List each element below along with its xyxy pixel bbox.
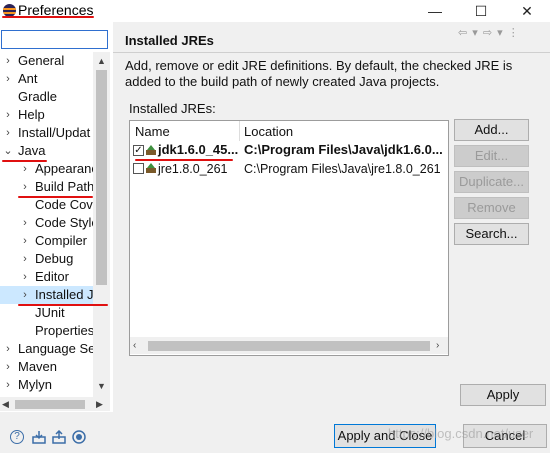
tree-item-label: Gradle [18, 89, 58, 104]
remove-button[interactable]: Remove [454, 197, 529, 219]
annotation-underline [18, 196, 93, 198]
chevron-right-icon[interactable]: › [20, 250, 30, 268]
divider [113, 52, 550, 53]
minimize-button[interactable]: — [412, 0, 458, 22]
tree-item[interactable]: › Compiler [0, 232, 93, 250]
tree-hscroll-thumb[interactable] [15, 400, 85, 409]
scroll-left-icon[interactable]: ‹ [133, 337, 136, 354]
tree-item[interactable]: › Install/Updat [0, 124, 93, 142]
chevron-right-icon[interactable]: › [20, 286, 30, 304]
page-title: Installed JREs [125, 33, 214, 48]
apply-button[interactable]: Apply [460, 384, 546, 406]
duplicate-button[interactable]: Duplicate... [454, 171, 529, 193]
scroll-up-icon[interactable]: ▲ [93, 53, 110, 69]
oomph-icon[interactable] [72, 430, 86, 444]
chevron-right-icon[interactable]: › [20, 178, 30, 196]
tree-item-label: Mylyn [18, 377, 52, 392]
tree-item-label: Language Se [18, 341, 93, 356]
jre-location[interactable]: C:\Program Files\Java\jdk1.6.0... [244, 141, 443, 159]
add-button[interactable]: Add... [454, 119, 529, 141]
tree-item[interactable]: › Ant [0, 70, 93, 88]
import-icon[interactable] [32, 430, 46, 444]
jre-checkbox[interactable]: ✓ [133, 145, 144, 156]
tree-item-label: Code Style [35, 215, 93, 230]
filter-input[interactable] [1, 30, 108, 49]
tree-item-label: Debug [35, 251, 74, 266]
page-description: Add, remove or edit JRE definitions. By … [125, 58, 513, 89]
navigation-arrows-icon[interactable]: ⇦ ▾ ⇨ ▾ ⋮ [458, 26, 520, 39]
tree-item-label: Installed J [35, 287, 93, 302]
tree-item[interactable]: › General [0, 52, 93, 70]
watermark: https://blog.csdn.net/user [388, 426, 534, 441]
tree-item[interactable]: › Build Path [0, 178, 93, 196]
annotation-underline [2, 16, 94, 18]
jre-icon [146, 145, 156, 155]
tree-item[interactable]: Code Cove [0, 196, 93, 214]
chevron-right-icon[interactable]: › [3, 70, 13, 88]
tree-item[interactable]: › Appearanc [0, 160, 93, 178]
jre-name[interactable]: jre1.8.0_261 [158, 160, 228, 178]
chevron-right-icon[interactable]: › [20, 268, 30, 286]
close-button[interactable]: ✕ [504, 0, 550, 22]
tree-item-label: Maven [18, 359, 58, 374]
column-header-name[interactable]: Name [135, 124, 170, 139]
scroll-left-icon[interactable]: ◀ [2, 397, 14, 411]
tree-item[interactable]: JUnit [0, 304, 93, 322]
chevron-right-icon[interactable]: › [3, 124, 13, 142]
column-divider[interactable] [239, 121, 240, 141]
annotation-underline [2, 160, 47, 162]
chevron-right-icon[interactable]: › [3, 52, 13, 70]
tree-item-label: Code Cove [35, 197, 93, 212]
annotation-underline [18, 304, 108, 306]
jre-location[interactable]: C:\Program Files\Java\jre1.8.0_261 [244, 160, 441, 178]
chevron-down-icon[interactable]: ⌄ [3, 142, 13, 160]
tree-item[interactable]: ⌄ Java [0, 142, 93, 160]
tree-item[interactable]: › Language Se [0, 340, 93, 358]
tree-item-label: Help [18, 107, 45, 122]
tree-item-label: Ant [18, 71, 38, 86]
tree-item-label: General [18, 53, 65, 68]
tree-item-label: JUnit [35, 305, 65, 320]
chevron-right-icon[interactable]: › [3, 376, 13, 394]
tree-item[interactable]: › Maven [0, 358, 93, 376]
tree-item-label: Build Path [35, 179, 93, 194]
jre-checkbox[interactable] [133, 163, 144, 174]
tree-scroll-thumb[interactable] [96, 70, 107, 285]
tree-item[interactable]: › Help [0, 106, 93, 124]
scroll-right-icon[interactable]: ▶ [96, 397, 108, 411]
tree-item-label: Install/Updat [18, 125, 91, 140]
tree-item-label: Java [18, 143, 46, 158]
help-icon[interactable]: ? [10, 430, 24, 444]
chevron-right-icon[interactable]: › [20, 232, 30, 250]
search-button[interactable]: Search... [454, 223, 529, 245]
chevron-right-icon[interactable]: › [3, 358, 13, 376]
chevron-right-icon[interactable]: › [20, 214, 30, 232]
tree-item[interactable]: › Editor [0, 268, 93, 286]
tree-item[interactable]: › Code Style [0, 214, 93, 232]
tree-item[interactable]: Gradle [0, 88, 93, 106]
tree-item[interactable]: › Mylyn [0, 376, 93, 394]
edit-button[interactable]: Edit... [454, 145, 529, 167]
scroll-right-icon[interactable]: › [436, 337, 439, 354]
export-icon[interactable] [52, 430, 66, 444]
table-hscroll-thumb[interactable] [148, 341, 430, 351]
column-header-location[interactable]: Location [244, 124, 293, 139]
tree-item-label: Properties [35, 323, 93, 338]
chevron-right-icon[interactable]: › [3, 340, 13, 358]
jre-icon [146, 163, 156, 173]
tree-item[interactable]: › Installed J [0, 286, 93, 304]
tree-item-label: Compiler [35, 233, 88, 248]
tree-item-label: Appearanc [35, 161, 93, 176]
chevron-right-icon[interactable]: › [3, 106, 13, 124]
list-label: Installed JREs: [129, 101, 216, 116]
tree-item[interactable]: › Debug [0, 250, 93, 268]
maximize-button[interactable]: ☐ [458, 0, 504, 22]
chevron-right-icon[interactable]: › [20, 160, 30, 178]
scroll-down-icon[interactable]: ▼ [93, 378, 110, 394]
tree-item-label: Editor [35, 269, 69, 284]
tree-item[interactable]: Properties [0, 322, 93, 340]
jre-name[interactable]: jdk1.6.0_45... [158, 141, 238, 159]
